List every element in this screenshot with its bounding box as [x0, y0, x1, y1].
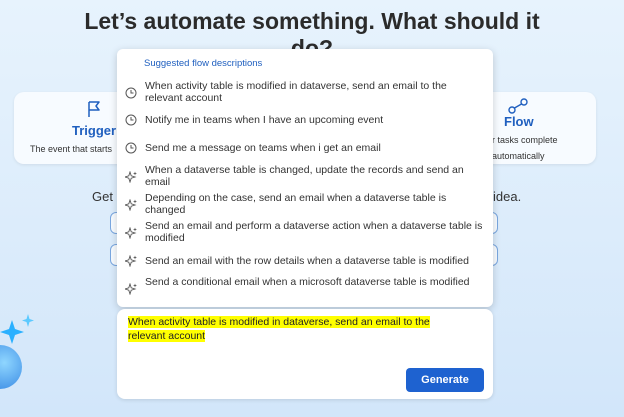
- flow-card-desc-line2: automatically: [492, 151, 545, 161]
- suggestion-text: Depending on the case, send an email whe…: [145, 192, 447, 216]
- trigger-card-desc: The event that starts: [30, 144, 113, 154]
- clock-icon: [125, 114, 137, 129]
- prompt-input[interactable]: When activity table is modified in datav…: [117, 309, 493, 399]
- suggestion-text: When activity table is modified in datav…: [145, 80, 447, 104]
- suggestion-item[interactable]: Send a conditional email when a microsof…: [117, 276, 493, 302]
- sparkle-icon: [123, 282, 137, 298]
- decorative-sparkle-icon: [0, 314, 34, 344]
- decorative-orb: [0, 345, 22, 389]
- sparkle-icon: [123, 170, 137, 186]
- suggestion-text: Send an email and perform a dataverse ac…: [145, 220, 483, 244]
- sparkle-icon: [123, 198, 137, 214]
- background-text-right: idea.: [493, 189, 522, 204]
- flow-card[interactable]: Flow r tasks complete automatically: [478, 92, 596, 164]
- suggestions-header: Suggested flow descriptions: [144, 58, 263, 69]
- suggestion-text: Send an email with the row details when …: [145, 255, 469, 267]
- flag-icon: [86, 100, 102, 123]
- sparkle-icon: [123, 226, 137, 242]
- suggestion-text: When a dataverse table is changed, updat…: [145, 164, 464, 188]
- sparkle-icon: [123, 254, 137, 270]
- suggestions-dropdown: Suggested flow descriptions When activit…: [117, 49, 493, 307]
- trigger-card-title: Trigger: [72, 123, 117, 138]
- prompt-text[interactable]: When activity table is modified in datav…: [128, 315, 458, 343]
- suggestion-text: Send me a message on teams when i get an…: [145, 142, 381, 154]
- generate-button[interactable]: Generate: [406, 368, 484, 392]
- suggestion-item[interactable]: Depending on the case, send an email whe…: [117, 192, 493, 218]
- flow-card-desc: r tasks complete: [492, 135, 558, 145]
- suggestion-item[interactable]: When activity table is modified in datav…: [117, 80, 493, 106]
- suggestion-item[interactable]: When a dataverse table is changed, updat…: [117, 164, 493, 190]
- suggestion-item[interactable]: Send an email with the row details when …: [117, 254, 493, 270]
- suggestion-item[interactable]: Send me a message on teams when i get an…: [117, 141, 493, 157]
- suggestion-text: Send a conditional email when a microsof…: [145, 276, 470, 288]
- prompt-text-line1: When activity table is modified in datav…: [128, 316, 430, 328]
- suggestion-text: Notify me in teams when I have an upcomi…: [145, 114, 384, 126]
- page-title-line1: Let’s automate something. What should it: [84, 8, 540, 34]
- clock-icon: [125, 142, 137, 157]
- suggestion-item[interactable]: Notify me in teams when I have an upcomi…: [117, 113, 493, 129]
- prompt-text-line2: relevant account: [128, 330, 206, 342]
- clock-icon: [125, 87, 137, 102]
- flow-card-title: Flow: [504, 114, 534, 129]
- suggestion-item[interactable]: Send an email and perform a dataverse ac…: [117, 220, 493, 246]
